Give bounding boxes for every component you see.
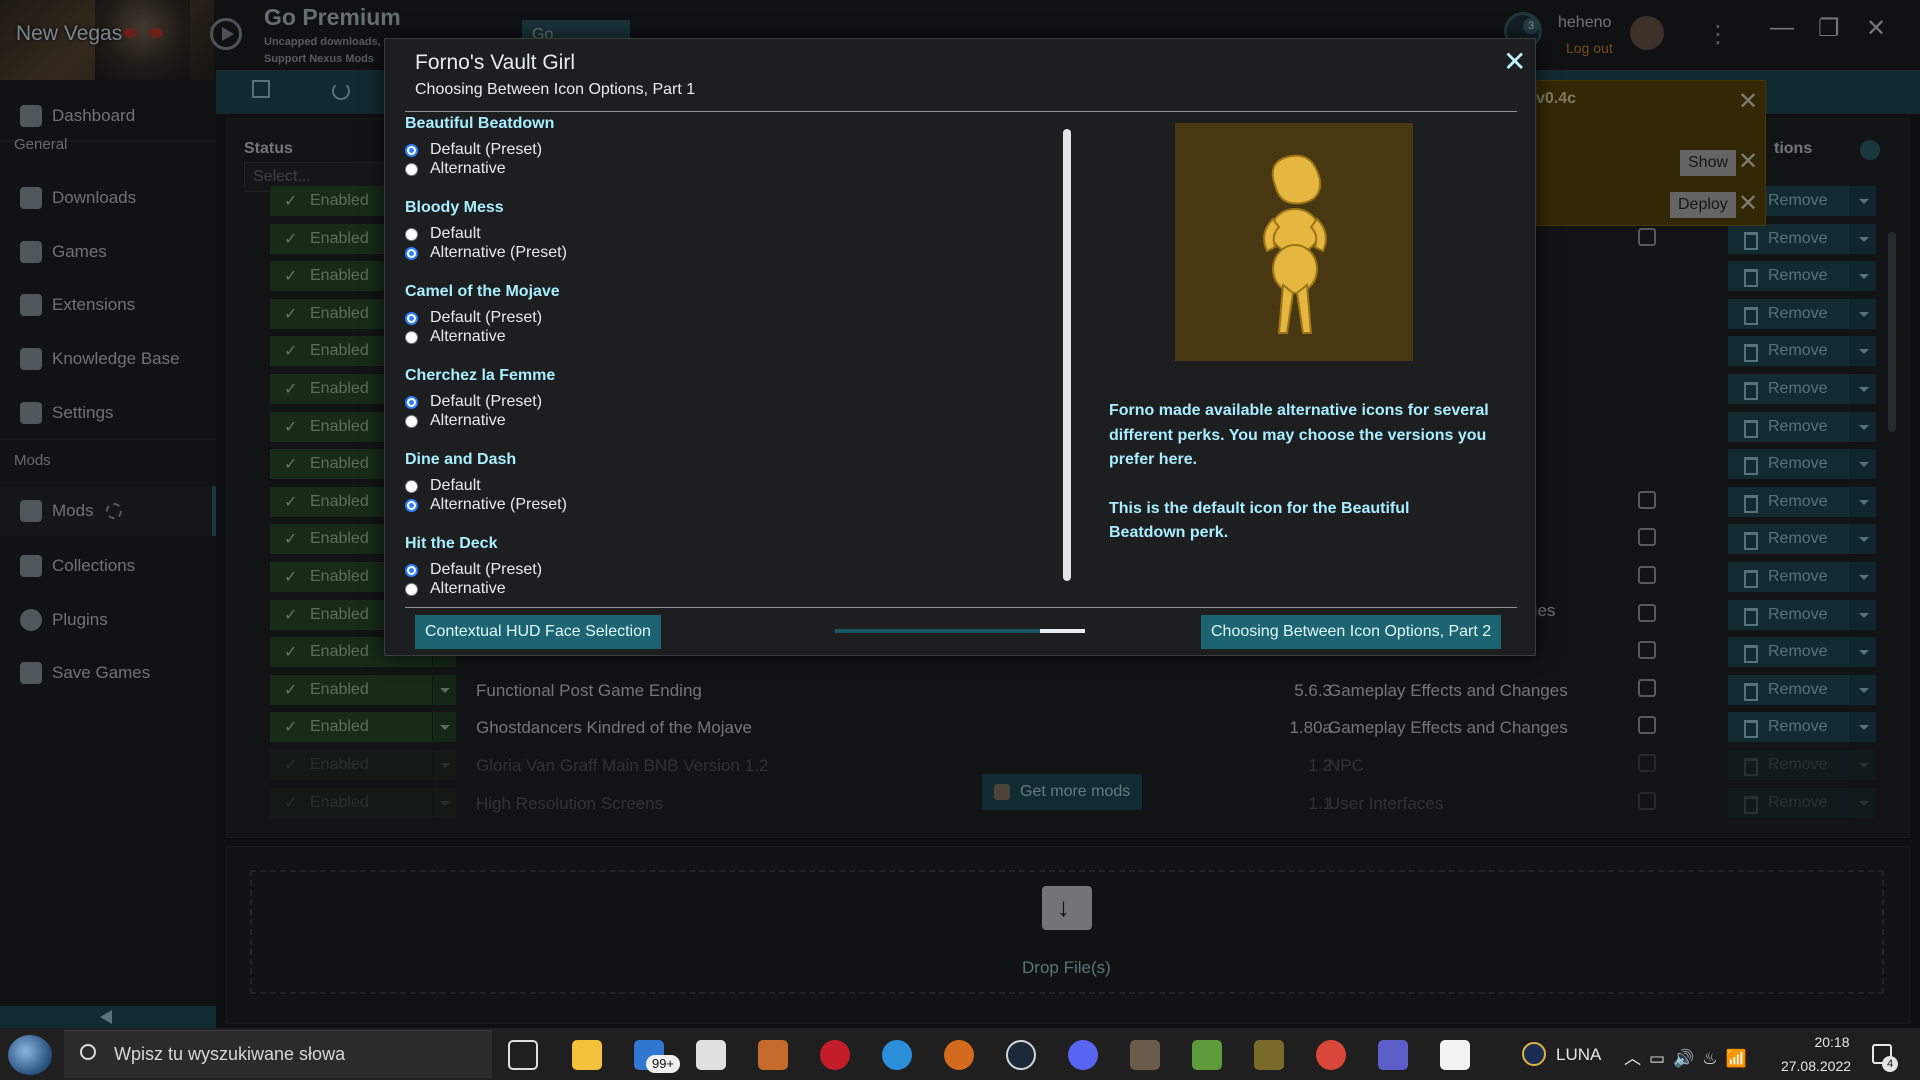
option-group-title: Hit the Deck	[405, 535, 498, 552]
app-icon[interactable]	[820, 1040, 850, 1070]
radio-label: Alternative (Preset)	[430, 244, 567, 261]
radio-option[interactable]: Default	[405, 225, 1025, 243]
teams-icon[interactable]	[1378, 1040, 1408, 1070]
radio-button[interactable]	[405, 311, 418, 325]
vault-girl-image	[1263, 154, 1327, 334]
radio-label: Alternative	[430, 580, 506, 597]
store-icon[interactable]	[696, 1040, 726, 1070]
radio-option[interactable]: Alternative	[405, 160, 1025, 178]
radio-button[interactable]	[405, 479, 418, 493]
radio-label: Alternative	[430, 160, 506, 177]
radio-button[interactable]	[405, 227, 418, 241]
dialog-divider	[405, 111, 1517, 112]
radio-label: Alternative	[430, 412, 506, 429]
app-icon[interactable]	[944, 1040, 974, 1070]
radio-label: Alternative	[430, 328, 506, 345]
radio-label: Default (Preset)	[430, 393, 543, 410]
option-group-title: Beautiful Beatdown	[405, 115, 555, 132]
radio-option[interactable]: Alternative	[405, 412, 1025, 430]
app-icon[interactable]	[1130, 1040, 1160, 1070]
radio-label: Alternative (Preset)	[430, 496, 567, 513]
description-text: Forno made available alternative icons f…	[1109, 402, 1489, 541]
option-group: Cherchez la Femme Default (Preset) Alterna…	[405, 367, 1025, 431]
next-step-button[interactable]: Choosing Between Icon Options, Part 2	[1201, 615, 1502, 649]
radio-option[interactable]: Alternative	[405, 580, 1025, 598]
installer-dialog: Forno's Vault Girl Choosing Between Icon…	[384, 38, 1536, 656]
document-icon[interactable]	[1440, 1040, 1470, 1070]
radio-button[interactable]	[405, 582, 418, 596]
previous-step-button[interactable]: Contextual HUD Face Selection	[415, 615, 661, 649]
search-icon	[80, 1044, 96, 1060]
search-placeholder[interactable]: Wpisz tu wyszukiwane słowa	[114, 1044, 345, 1065]
radio-option[interactable]: Default (Preset)	[405, 393, 1025, 411]
discord-icon[interactable]	[1068, 1040, 1098, 1070]
radio-button[interactable]	[405, 246, 418, 260]
option-group: Beautiful Beatdown Default (Preset) Altern…	[405, 115, 1025, 179]
radio-button[interactable]	[405, 563, 418, 577]
app-icon[interactable]	[758, 1040, 788, 1070]
option-group-title: Camel of the Mojave	[405, 283, 560, 300]
option-group: Camel of the Mojave Default (Preset) Alter…	[405, 283, 1025, 347]
radio-label: Default (Preset)	[430, 561, 543, 578]
dialog-divider	[405, 607, 1517, 608]
option-group: Dine and Dash Default Alternative (Preset)	[405, 451, 1025, 515]
close-icon[interactable]: ✕	[1503, 45, 1526, 78]
radio-option[interactable]: Alternative	[405, 328, 1025, 346]
weather-label[interactable]: LUNA	[1556, 1045, 1601, 1065]
radio-button[interactable]	[405, 330, 418, 344]
dialog-title: Forno's Vault Girl	[415, 51, 576, 74]
options-list: Beautiful Beatdown Default (Preset) Altern…	[405, 115, 1045, 605]
task-view-icon[interactable]	[508, 1040, 538, 1070]
options-scrollbar[interactable]	[1063, 129, 1071, 581]
radio-option[interactable]: Default (Preset)	[405, 561, 1025, 579]
moon-weather-icon	[1522, 1042, 1546, 1066]
progress-fill	[835, 629, 1040, 633]
steam-icon[interactable]	[1006, 1040, 1036, 1070]
option-group-title: Cherchez la Femme	[405, 367, 556, 384]
radio-option[interactable]: Default (Preset)	[405, 309, 1025, 327]
minecraft-icon[interactable]	[1192, 1040, 1222, 1070]
start-button[interactable]	[8, 1035, 52, 1075]
radio-label: Default (Preset)	[430, 309, 543, 326]
option-group-title: Dine and Dash	[405, 451, 517, 468]
action-center-count: 4	[1882, 1056, 1898, 1072]
option-group: Bloody Mess Default Alternative (Preset)	[405, 199, 1025, 263]
chrome-icon[interactable]	[1316, 1040, 1346, 1070]
radio-label: Default (Preset)	[430, 141, 543, 158]
radio-button[interactable]	[405, 498, 418, 512]
edge-icon[interactable]	[882, 1040, 912, 1070]
perk-icon-preview	[1175, 123, 1413, 361]
option-group: Hit the Deck Default (Preset) Alternative	[405, 535, 1025, 599]
app-icon[interactable]	[1254, 1040, 1284, 1070]
radio-label: Default	[430, 225, 481, 242]
radio-button[interactable]	[405, 143, 418, 157]
radio-label: Default	[430, 477, 481, 494]
radio-button[interactable]	[405, 414, 418, 428]
radio-option[interactable]: Alternative (Preset)	[405, 496, 1025, 514]
dialog-subtitle: Choosing Between Icon Options, Part 1	[415, 81, 696, 98]
radio-option[interactable]: Default (Preset)	[405, 141, 1025, 159]
clock-time[interactable]: 20:18	[1792, 1034, 1872, 1050]
system-tray-icons[interactable]: ︿▭🔊♨📶	[1624, 1044, 1755, 1069]
clock-date[interactable]: 27.08.2022	[1776, 1058, 1856, 1074]
radio-option[interactable]: Default	[405, 477, 1025, 495]
mail-badge: 99+	[646, 1055, 680, 1073]
option-group-title: Bloody Mess	[405, 199, 504, 216]
radio-button[interactable]	[405, 162, 418, 176]
progress-remaining	[1040, 629, 1085, 633]
radio-button[interactable]	[405, 395, 418, 409]
radio-option[interactable]: Alternative (Preset)	[405, 244, 1025, 262]
file-explorer-icon[interactable]	[572, 1040, 602, 1070]
